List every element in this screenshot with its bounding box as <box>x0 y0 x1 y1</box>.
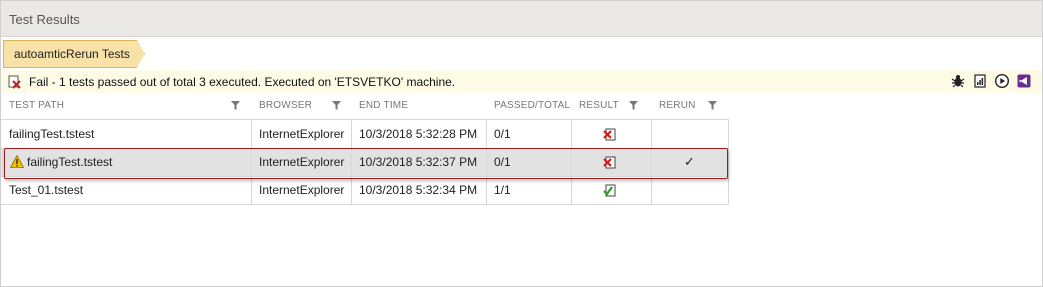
cell-test-path: failingTest.tstest <box>27 155 113 169</box>
breadcrumb-row: autoamticRerun Tests <box>1 38 1042 70</box>
table-row[interactable]: Test_01.tstest InternetExplorer 10/3/201… <box>1 176 729 204</box>
cell-browser: InternetExplorer <box>259 183 345 197</box>
cell-browser: InternetExplorer <box>259 127 345 141</box>
grid-divider <box>1 119 729 120</box>
filter-icon[interactable] <box>332 101 341 110</box>
panel-title: Test Results <box>1 1 1042 37</box>
status-toolbar <box>950 73 1032 89</box>
fail-icon <box>7 74 23 90</box>
cell-browser: InternetExplorer <box>259 155 345 169</box>
grid-divider <box>251 120 252 204</box>
cell-test-path: Test_01.tstest <box>9 183 84 197</box>
column-header-result[interactable]: RESULT <box>571 94 651 118</box>
grid-divider <box>486 120 487 204</box>
filter-icon[interactable] <box>629 101 638 110</box>
grid-divider <box>1 148 729 149</box>
fail-result-icon <box>603 128 616 141</box>
pass-result-icon <box>603 184 616 197</box>
rerun-check-icon: ✓ <box>684 154 695 169</box>
play-icon[interactable] <box>994 73 1010 89</box>
column-header-test-path[interactable]: TEST PATH <box>1 94 251 118</box>
grid-divider <box>1 176 729 177</box>
grid-divider <box>728 120 729 204</box>
bug-icon[interactable] <box>950 73 966 89</box>
table-row[interactable]: failingTest.tstest InternetExplorer 10/3… <box>1 120 729 148</box>
cell-end-time: 10/3/2018 5:32:34 PM <box>359 183 478 197</box>
cell-test-path: failingTest.tstest <box>9 127 95 141</box>
fail-result-icon <box>603 156 616 169</box>
column-header-rerun[interactable]: RERUN <box>651 94 729 118</box>
table-row-selected[interactable]: failingTest.tstest InternetExplorer 10/3… <box>1 148 729 176</box>
cell-end-time: 10/3/2018 5:32:28 PM <box>359 127 478 141</box>
report-icon[interactable] <box>972 73 988 89</box>
column-header-end-time[interactable]: END TIME <box>351 94 486 118</box>
column-header-passed-total[interactable]: PASSED/TOTAL <box>486 94 571 118</box>
grid-divider <box>1 204 729 205</box>
cell-passed-total: 0/1 <box>494 155 511 169</box>
grid-divider <box>351 120 352 204</box>
breadcrumb[interactable]: autoamticRerun Tests <box>3 40 145 68</box>
cell-passed-total: 1/1 <box>494 183 511 197</box>
status-text: Fail - 1 tests passed out of total 3 exe… <box>29 74 456 89</box>
grid-divider <box>571 120 572 204</box>
column-header-row: TEST PATH BROWSER END TIME PASSED/TOTAL … <box>1 94 731 118</box>
test-results-panel: Test Results autoamticRerun Tests Fail -… <box>0 0 1043 287</box>
cell-passed-total: 0/1 <box>494 127 511 141</box>
status-bar: Fail - 1 tests passed out of total 3 exe… <box>1 70 1042 93</box>
cell-end-time: 10/3/2018 5:32:37 PM <box>359 155 478 169</box>
grid-divider <box>651 120 652 204</box>
visual-studio-icon[interactable] <box>1016 73 1032 89</box>
filter-icon[interactable] <box>231 101 240 110</box>
filter-icon[interactable] <box>708 101 717 110</box>
